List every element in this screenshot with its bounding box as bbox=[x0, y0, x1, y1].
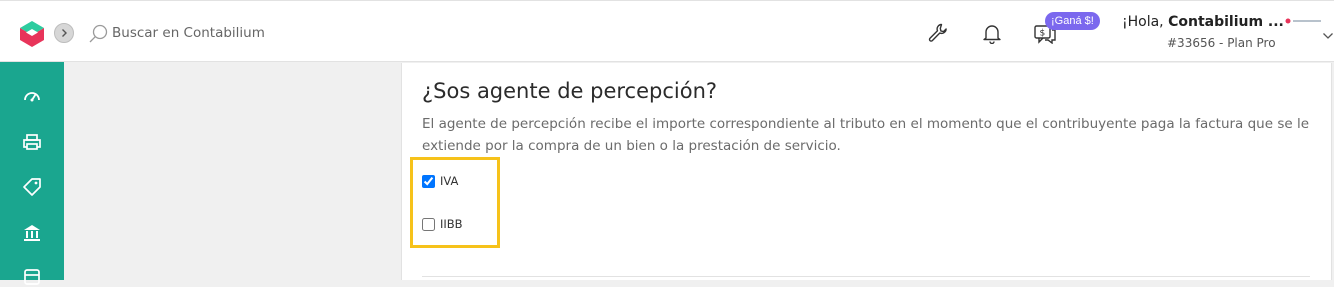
company-logo-icon bbox=[1285, 18, 1321, 24]
contabilium-logo-icon[interactable] bbox=[18, 20, 46, 48]
chevron-down-icon[interactable] bbox=[1322, 31, 1334, 41]
checkbox-iva-label: IVA bbox=[440, 174, 459, 188]
bank-icon bbox=[24, 225, 40, 241]
search-input[interactable] bbox=[112, 21, 372, 45]
user-name: Contabilium ... bbox=[1168, 14, 1284, 30]
sidebar-toggle-button[interactable] bbox=[54, 23, 74, 43]
perception-agent-section: ¿Sos agente de percepción? El agente de … bbox=[401, 63, 1332, 280]
printer-icon bbox=[23, 134, 41, 150]
bell-icon[interactable] bbox=[981, 22, 1003, 44]
dashboard-icon bbox=[24, 92, 40, 102]
nav-item-inventory[interactable] bbox=[22, 267, 42, 287]
nav-item-products[interactable] bbox=[22, 177, 42, 197]
plan-info: #33656 - Plan Pro bbox=[1167, 36, 1276, 50]
sidebar bbox=[0, 62, 64, 285]
section-description: El agente de percepción recibe el import… bbox=[422, 116, 1310, 154]
nav-item-sales[interactable] bbox=[22, 132, 42, 152]
user-greeting[interactable]: ¡Hola, Contabilium ... bbox=[1122, 14, 1284, 30]
wrench-icon[interactable] bbox=[927, 22, 949, 44]
checkbox-iibb-label: IIBB bbox=[440, 217, 463, 231]
tag-icon bbox=[23, 178, 41, 196]
highlight-box bbox=[410, 157, 500, 248]
section-title: ¿Sos agente de percepción? bbox=[422, 79, 718, 103]
divider bbox=[422, 276, 1310, 277]
checkbox-iva-row[interactable]: IVA bbox=[422, 174, 458, 188]
search-icon bbox=[89, 24, 108, 43]
greeting-prefix: ¡Hola, bbox=[1122, 14, 1169, 30]
top-bar: $ ¡Ganá $! ¡Hola, Contabilium ... #33656… bbox=[0, 0, 1334, 62]
chevron-right-icon bbox=[62, 29, 67, 37]
checkbox-iibb-row[interactable]: IIBB bbox=[422, 217, 463, 231]
nav-item-banks[interactable] bbox=[22, 223, 42, 243]
nav-item-dashboard[interactable] bbox=[22, 86, 42, 106]
checkbox-iibb[interactable] bbox=[422, 217, 435, 231]
promo-badge[interactable]: ¡Ganá $! bbox=[1045, 12, 1100, 30]
box-icon bbox=[24, 269, 40, 285]
checkbox-iva[interactable] bbox=[422, 174, 435, 188]
svg-text:$: $ bbox=[1040, 29, 1046, 39]
